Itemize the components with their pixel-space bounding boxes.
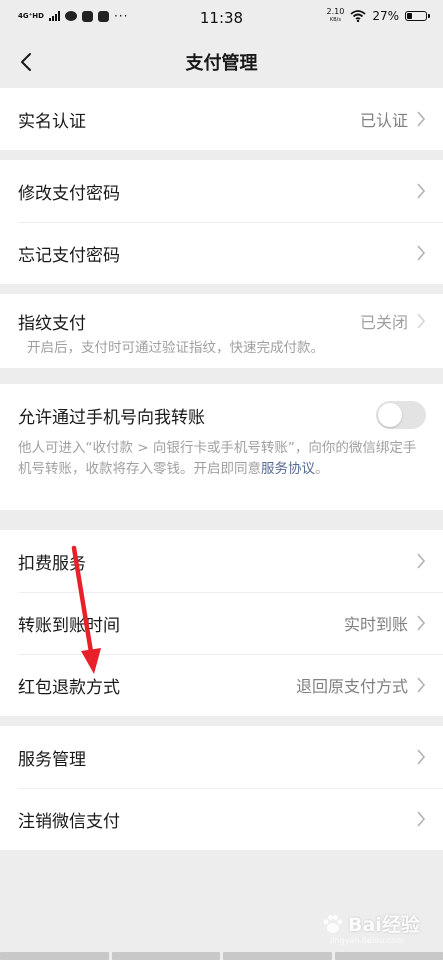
phone-transfer-hint-end: 。 xyxy=(315,461,329,477)
row-label: 忘记支付密码 xyxy=(18,245,120,266)
page-title: 支付管理 xyxy=(185,53,258,74)
row-value: 已认证 xyxy=(359,111,408,130)
chevron-right-icon xyxy=(416,110,426,128)
wifi-icon xyxy=(350,10,366,22)
nav-bar: 支付管理 xyxy=(0,36,443,88)
watermark: Bai经验 xyxy=(322,910,420,937)
row-value: 退回原支付方式 xyxy=(295,677,408,696)
row-label: 允许通过手机号向我转账 xyxy=(18,407,205,428)
row-label: 扣费服务 xyxy=(18,553,86,574)
chevron-right-icon xyxy=(416,748,426,766)
row-label: 修改支付密码 xyxy=(18,183,120,204)
row-fingerprint-pay[interactable]: 指纹支付 已关闭 xyxy=(0,294,443,348)
row-label: 红包退款方式 xyxy=(18,677,120,698)
toggle-knob xyxy=(378,403,402,427)
watermark-text: Bai经验 xyxy=(348,914,420,936)
row-value: 已关闭 xyxy=(359,313,408,332)
row-label: 转账到账时间 xyxy=(18,615,120,636)
row-label: 实名认证 xyxy=(18,111,86,132)
chevron-right-icon xyxy=(416,552,426,570)
row-deduction-service[interactable]: 扣费服务 xyxy=(0,530,443,592)
battery-percent: 27% xyxy=(372,9,399,23)
row-red-packet-refund[interactable]: 红包退款方式 退回原支付方式 xyxy=(0,654,443,716)
group-password: 修改支付密码 忘记支付密码 xyxy=(0,160,443,284)
group-manage: 服务管理 注销微信支付 xyxy=(0,726,443,850)
phone-transfer-toggle[interactable] xyxy=(376,401,426,429)
row-cancel-wechat-pay[interactable]: 注销微信支付 xyxy=(0,788,443,850)
row-label: 服务管理 xyxy=(18,749,86,770)
service-agreement-link[interactable]: 服务协议 xyxy=(261,461,315,477)
network-speed-value: 2.10 xyxy=(326,7,345,16)
chevron-right-icon xyxy=(416,676,426,694)
row-value: 实时到账 xyxy=(343,615,408,634)
row-transfer-time[interactable]: 转账到账时间 实时到账 xyxy=(0,592,443,654)
row-label: 指纹支付 xyxy=(18,313,86,334)
row-phone-transfer: 允许通过手机号向我转账 xyxy=(0,384,443,446)
network-speed-unit: KB/s xyxy=(329,17,341,23)
chevron-right-icon xyxy=(416,182,426,200)
group-phone-transfer: 允许通过手机号向我转账 他人可进入“收付款 > 向银行卡或手机号转账”，向你的微… xyxy=(0,384,443,510)
paw-logo-icon xyxy=(323,914,343,933)
status-bar: 4G⁺HD ··· 11:38 2.10 KB/s 27% xyxy=(0,0,443,36)
watermark-sub: jingyan.baidu.com xyxy=(330,936,404,945)
chevron-right-icon xyxy=(416,614,426,632)
bottom-strip xyxy=(0,952,443,960)
row-forgot-password[interactable]: 忘记支付密码 xyxy=(0,222,443,284)
row-label: 注销微信支付 xyxy=(18,811,120,832)
network-speed: 2.10 KB/s xyxy=(327,8,345,24)
chevron-right-icon xyxy=(416,312,426,330)
row-service-manage[interactable]: 服务管理 xyxy=(0,726,443,788)
group-identity: 实名认证 已认证 xyxy=(0,88,443,150)
row-change-password[interactable]: 修改支付密码 xyxy=(0,160,443,222)
battery-icon xyxy=(405,11,430,21)
group-services: 扣费服务 转账到账时间 实时到账 红包退款方式 退回原支付方式 xyxy=(0,530,443,716)
chevron-right-icon xyxy=(416,244,426,262)
chevron-right-icon xyxy=(416,810,426,828)
row-real-name[interactable]: 实名认证 已认证 xyxy=(0,88,443,150)
battery-fill xyxy=(407,13,412,19)
status-right-icons: 2.10 KB/s 27% xyxy=(327,8,430,24)
group-fingerprint: 指纹支付 已关闭 开启后，支付时可通过验证指纹，快速完成付款。 xyxy=(0,294,443,368)
